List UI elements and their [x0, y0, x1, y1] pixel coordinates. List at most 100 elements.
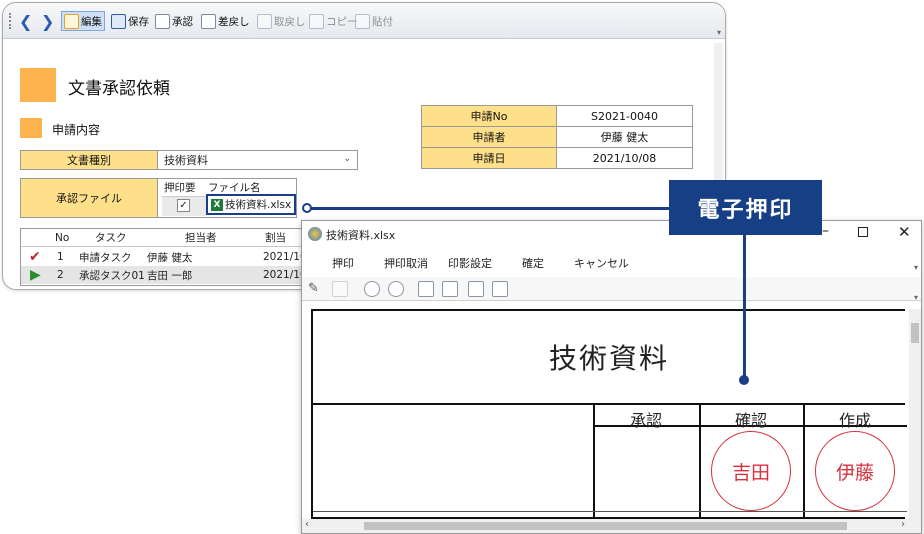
section-marker	[20, 118, 42, 138]
toolbar-overflow-icon[interactable]: ▾	[717, 28, 721, 37]
callout-dot	[302, 203, 312, 213]
fit-width-icon[interactable]	[442, 281, 458, 297]
divider	[313, 511, 907, 512]
file-link[interactable]: X 技術資料.xlsx	[206, 194, 296, 215]
stamp-header-approval: 承認	[629, 411, 662, 430]
paste-label: 貼付	[372, 15, 393, 28]
back-arrow-icon[interactable]: ❮	[19, 12, 32, 31]
app-icon	[308, 227, 322, 241]
file-name: 技術資料.xlsx	[225, 199, 292, 211]
table-row[interactable]: ✔ 1 申請タスク 伊藤 健太 2021/10	[21, 248, 309, 266]
menu-overflow-icon[interactable]: ▾	[914, 263, 918, 272]
stamp-icon[interactable]: ✎	[308, 281, 324, 297]
copy-button[interactable]: コピー	[307, 11, 360, 31]
scroll-thumb[interactable]	[364, 522, 847, 530]
withdraw-label: 取戻し	[274, 15, 306, 28]
doc-type-select[interactable]: 技術資料 ⌄	[157, 150, 358, 170]
return-icon	[201, 13, 216, 29]
save-button[interactable]: 保存	[109, 11, 151, 31]
menu-confirm[interactable]: 確定	[522, 255, 544, 271]
row-no: 1	[57, 251, 64, 263]
menu-seal-settings[interactable]: 印影設定	[448, 255, 492, 271]
application-date-value: 2021/10/08	[556, 147, 693, 169]
applicant-value: 伊藤 健太	[556, 126, 693, 148]
table-row[interactable]: ▶ 2 承認タスク01 吉田 一郎 2021/10	[21, 266, 309, 284]
return-button[interactable]: 差戻し	[199, 11, 252, 31]
col-no: No	[55, 231, 70, 244]
seal-yoshida[interactable]: 吉田	[711, 431, 791, 511]
fit-page-icon[interactable]	[418, 281, 434, 297]
toolbar-overflow-icon[interactable]: ▾	[914, 293, 918, 302]
row-task: 承認タスク01	[79, 269, 145, 282]
doc-type-label: 文書種別	[20, 150, 158, 170]
minimize-icon[interactable]: –	[822, 223, 829, 239]
copy-icon	[309, 13, 324, 29]
col-assigned: 割当	[265, 232, 286, 244]
application-no-value: S2021-0040	[556, 105, 693, 127]
menu-cancel[interactable]: キャンセル	[574, 255, 629, 271]
maximize-icon[interactable]	[858, 227, 868, 237]
applicant-label: 申請者	[421, 126, 557, 148]
viewer-title: 技術資料.xlsx	[326, 229, 396, 242]
stamp-header-check: 確認	[734, 411, 767, 430]
excel-icon: X	[211, 198, 223, 211]
seal-ito[interactable]: 伊藤	[815, 431, 895, 511]
single-page-icon[interactable]	[468, 281, 484, 297]
scroll-right-icon[interactable]: ›	[901, 519, 905, 530]
sheet-title: 技術資料	[313, 311, 905, 405]
viewer-menu: 押印 押印取消 印影設定 確定 キャンセル	[302, 251, 921, 273]
row-no: 2	[57, 269, 64, 281]
forward-arrow-icon[interactable]: ❯	[41, 12, 54, 31]
approve-label: 承認	[172, 15, 193, 28]
row-assignee: 伊藤 健太	[147, 251, 193, 264]
paste-button[interactable]: 貼付	[353, 11, 395, 31]
viewer-titlebar: 技術資料.xlsx – ✕	[302, 221, 921, 247]
approve-button[interactable]: 承認	[153, 11, 195, 31]
title-marker	[20, 68, 56, 102]
withdraw-icon	[257, 13, 272, 29]
col-task: タスク	[95, 232, 127, 244]
callout-label: 電子押印	[669, 180, 822, 235]
save-label: 保存	[128, 15, 149, 28]
callout-dot	[739, 375, 749, 385]
page-icon[interactable]	[332, 281, 348, 297]
stamp-required-cell: ✓	[162, 196, 206, 216]
row-assignee: 吉田 一郎	[147, 269, 193, 282]
menu-stamp-cancel[interactable]: 押印取消	[384, 255, 428, 271]
zoom-in-icon[interactable]	[364, 281, 380, 297]
application-date-label: 申請日	[421, 147, 557, 169]
stamp-required-header: 押印要	[164, 182, 196, 194]
edit-icon	[64, 13, 79, 29]
toolbar-grip[interactable]	[9, 13, 12, 29]
close-icon[interactable]: ✕	[898, 223, 911, 241]
stamp-required-checkbox[interactable]: ✓	[177, 199, 190, 212]
approval-file-label: 承認ファイル	[20, 178, 158, 218]
stamp-header-create: 作成	[838, 411, 871, 430]
document-sheet: 技術資料 承認 確認 作成 吉田 伊藤	[311, 309, 907, 519]
col-assignee: 担当者	[185, 232, 217, 244]
viewer-horizontal-scrollbar[interactable]: ‹ ›	[302, 519, 921, 533]
scroll-left-icon[interactable]: ‹	[305, 519, 309, 530]
viewer-toolbar: ✎	[302, 277, 921, 301]
zoom-out-icon[interactable]	[388, 281, 404, 297]
scroll-thumb[interactable]	[911, 323, 919, 343]
chevron-down-icon: ⌄	[343, 154, 351, 164]
viewer-vertical-scrollbar[interactable]	[909, 309, 921, 521]
stamp-viewer-window: 技術資料.xlsx – ✕ 押印 押印取消 印影設定 確定 キャンセル ✎ ▾ …	[301, 220, 922, 534]
save-icon	[111, 13, 126, 29]
callout-connector	[306, 207, 670, 210]
section-title: 申請内容	[52, 123, 101, 137]
main-toolbar: ❮ ❯ 編集 保存 承認 差戻し 取戻し コピー 貼付 ▾	[3, 3, 725, 39]
page-title: 文書承認依頼	[68, 79, 170, 99]
task-grid-header: No タスク 担当者 割当	[21, 229, 309, 247]
application-no-label: 申請No	[421, 105, 557, 127]
withdraw-button[interactable]: 取戻し	[255, 11, 308, 31]
approve-icon	[155, 13, 170, 29]
return-label: 差戻し	[218, 15, 250, 28]
filename-header: ファイル名	[208, 182, 261, 194]
edit-button[interactable]: 編集	[61, 11, 105, 31]
row-task: 申請タスク	[79, 251, 132, 264]
menu-stamp[interactable]: 押印	[332, 255, 354, 271]
two-page-icon[interactable]	[492, 281, 508, 297]
edit-label: 編集	[81, 15, 102, 28]
